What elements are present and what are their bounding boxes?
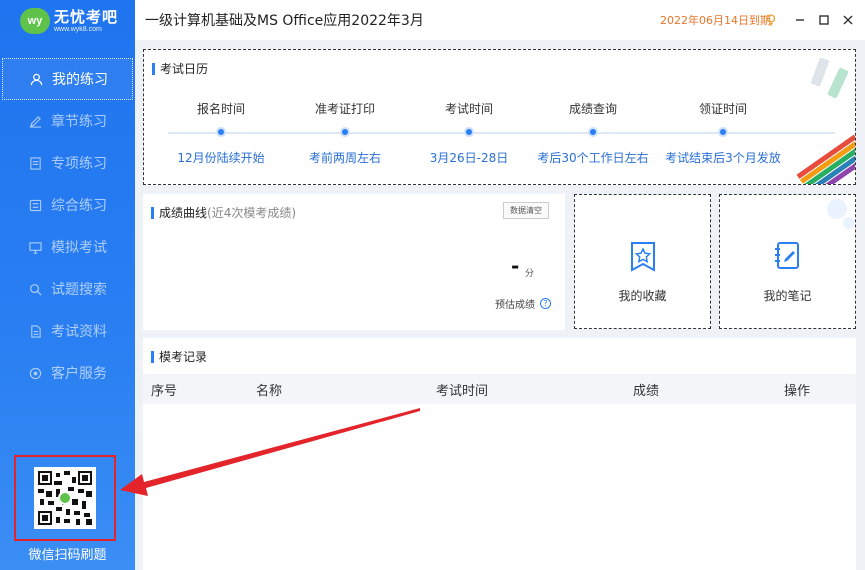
tip-bulb-button[interactable] — [761, 10, 781, 30]
timeline-dot — [588, 127, 598, 137]
notebook-icon — [774, 241, 802, 275]
section-title: 成绩曲线 (近4次模考成绩) — [151, 204, 296, 221]
calendar-step: 考试时间 3月26日-28日 — [429, 102, 509, 165]
maximize-button[interactable] — [814, 10, 834, 30]
my-favorites-card[interactable]: 我的收藏 — [574, 194, 711, 329]
calendar-step: 领证时间 考试结束后3个月发放 — [665, 102, 781, 165]
minimize-icon — [796, 19, 804, 21]
monitor-icon — [28, 240, 42, 254]
card-label: 我的收藏 — [618, 289, 667, 303]
headset-icon — [28, 366, 42, 380]
section-title: 考试日历 — [152, 60, 208, 77]
document-icon — [28, 156, 42, 170]
sidebar-item-my-practice[interactable]: 我的练习 — [2, 58, 133, 100]
records-table: 序号 名称 考试时间 成绩 操作 — [143, 374, 856, 404]
layers-icon — [28, 198, 42, 212]
minimize-button[interactable] — [790, 10, 810, 30]
file-icon — [28, 324, 42, 338]
timeline-dot — [340, 127, 350, 137]
column-header-name: 名称 — [256, 374, 436, 404]
card-label: 我的笔记 — [763, 289, 812, 303]
sidebar-item-label: 客户服务 — [51, 366, 107, 382]
timeline-dot — [216, 127, 226, 137]
wechat-logo-icon — [58, 491, 72, 505]
qr-caption: 微信扫码刷题 — [28, 548, 107, 563]
bulb-icon — [766, 14, 776, 26]
sidebar-item-label: 模拟考试 — [51, 240, 107, 256]
timeline-dot — [464, 127, 474, 137]
pencils-decoration-icon — [796, 57, 855, 184]
page-title: 一级计算机基础及MS Office应用2022年3月 — [145, 13, 424, 29]
sidebar-item-label: 章节练习 — [51, 114, 107, 130]
logo: wy 无忧考吧 www.wyk8.com — [20, 6, 118, 36]
my-notes-card[interactable]: 我的笔记 — [719, 194, 856, 329]
sidebar-nav: 我的练习 章节练习 专项练习 综合练习 模拟考试 试题搜索 考试资料 客户服务 — [0, 58, 135, 394]
score-curve-panel: 成绩曲线 (近4次模考成绩) 数据清空 - 分 预估成绩 ? — [143, 194, 565, 330]
calendar-step: 准考证打印 考前两周左右 — [308, 102, 381, 165]
sidebar-item-label: 考试资料 — [51, 324, 107, 340]
clear-data-button[interactable]: 数据清空 — [503, 202, 549, 219]
sidebar-item-service[interactable]: 客户服务 — [0, 352, 135, 394]
qr-code[interactable] — [34, 467, 96, 529]
pencil-icon — [28, 114, 42, 128]
calendar-step: 报名时间 12月份陆续开始 — [177, 102, 265, 165]
bubbles-decoration-icon — [827, 199, 855, 229]
sidebar-item-special[interactable]: 专项练习 — [0, 142, 135, 184]
sidebar-item-search[interactable]: 试题搜索 — [0, 268, 135, 310]
column-header-exam-time: 考试时间 — [436, 374, 633, 404]
score-unit: 分 — [525, 269, 535, 279]
expire-date: 2022年06月14日到期 — [660, 14, 771, 27]
calendar-step: 成绩查询 考后30个工作日左右 — [537, 102, 649, 165]
close-button[interactable] — [838, 10, 858, 30]
timeline-dot — [718, 127, 728, 137]
sidebar-item-label: 我的练习 — [52, 72, 108, 88]
sidebar-item-comprehensive[interactable]: 综合练习 — [0, 184, 135, 226]
column-header-score: 成绩 — [633, 374, 784, 404]
sidebar-item-label: 试题搜索 — [51, 282, 107, 298]
user-icon — [29, 72, 43, 86]
score-value: - — [511, 254, 520, 278]
mock-records-panel: 模考记录 序号 名称 考试时间 成绩 操作 — [143, 338, 856, 570]
title-bar: 一级计算机基础及MS Office应用2022年3月 2022年06月14日到期 — [135, 0, 865, 40]
exam-calendar-panel: 考试日历 报名时间 12月份陆续开始 准考证打印 考前两周左右 考试时间 3月2… — [143, 49, 856, 185]
favorite-star-icon — [629, 241, 657, 277]
maximize-icon — [819, 15, 829, 25]
sidebar-item-label: 综合练习 — [51, 198, 107, 214]
sidebar-item-chapter[interactable]: 章节练习 — [0, 100, 135, 142]
sidebar-item-mock-exam[interactable]: 模拟考试 — [0, 226, 135, 268]
column-header-index: 序号 — [143, 374, 256, 404]
logo-badge: wy — [20, 8, 50, 34]
close-icon — [843, 15, 853, 25]
search-icon — [28, 282, 42, 296]
sidebar: wy 无忧考吧 www.wyk8.com 我的练习 章节练习 专项练习 综合练习… — [0, 0, 135, 570]
sidebar-item-materials[interactable]: 考试资料 — [0, 310, 135, 352]
sidebar-item-label: 专项练习 — [51, 156, 107, 172]
qr-code-frame — [14, 455, 116, 541]
logo-url: www.wyk8.com — [54, 25, 102, 33]
logo-name: 无忧考吧 — [54, 7, 119, 26]
table-header-row: 序号 名称 考试时间 成绩 操作 — [143, 374, 856, 404]
estimate-score: 预估成绩 ? — [495, 296, 551, 311]
help-icon[interactable]: ? — [540, 298, 551, 309]
section-title: 模考记录 — [151, 348, 207, 365]
column-header-actions: 操作 — [784, 374, 856, 404]
